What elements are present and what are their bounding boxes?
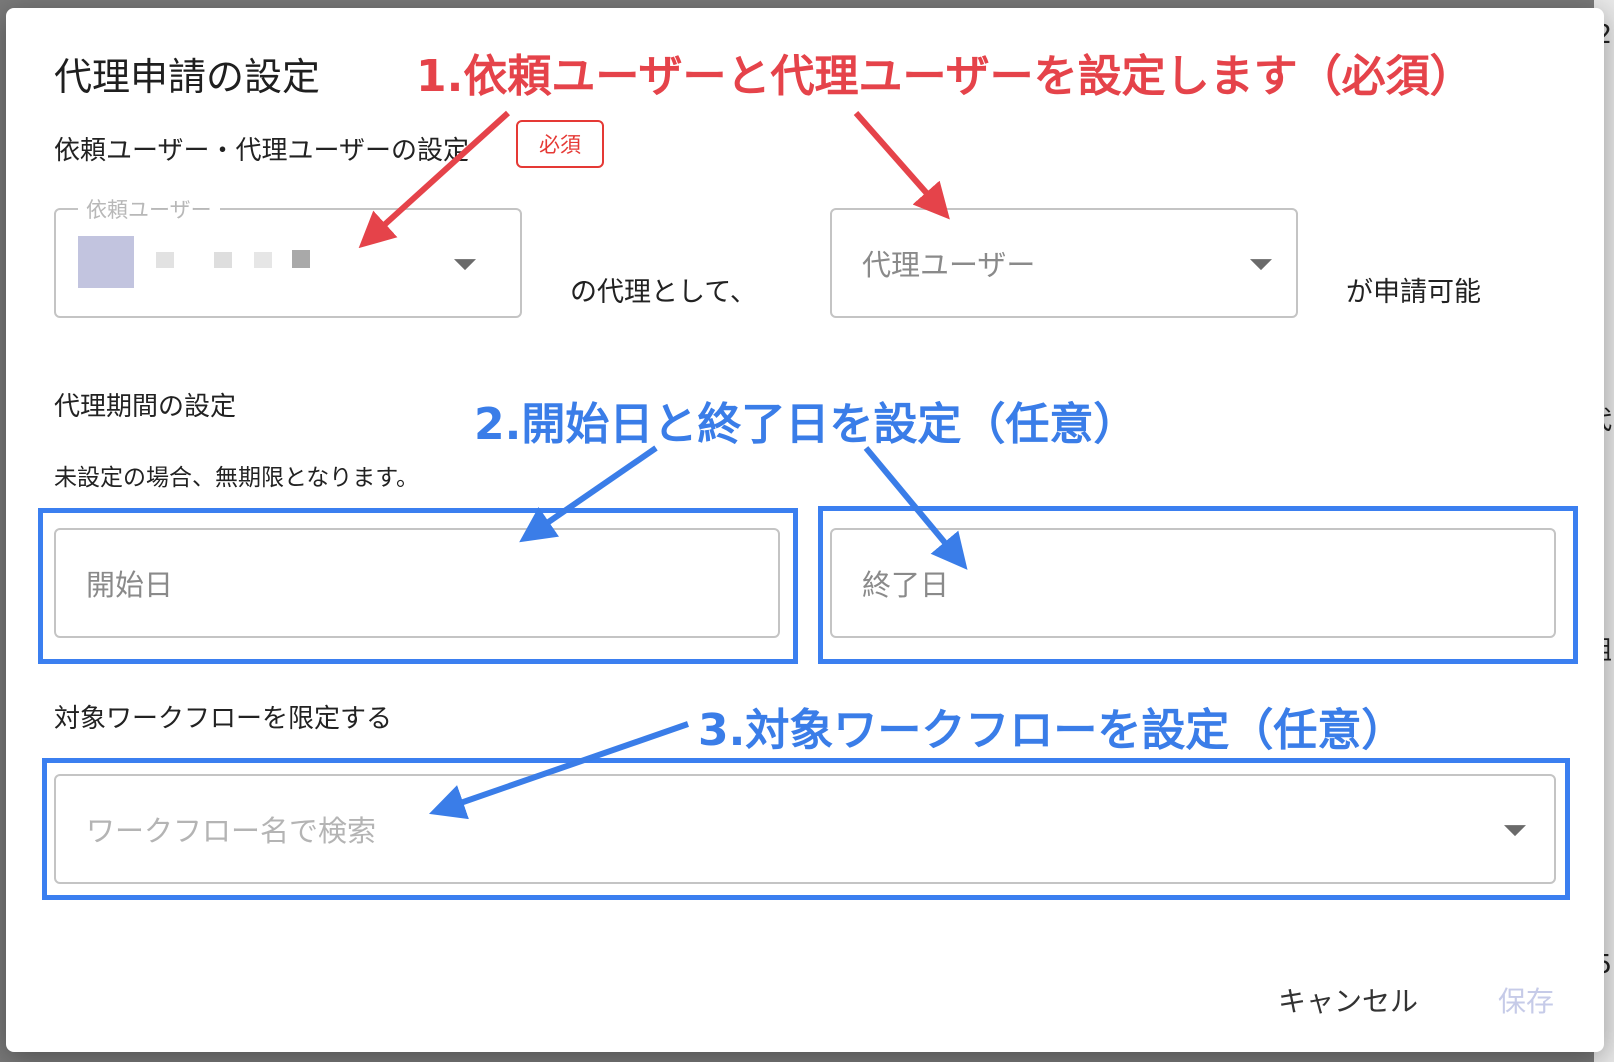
- annotation-arrows: [358, 110, 968, 820]
- arrow-to-requester: [358, 110, 511, 249]
- arrow-to-end-date: [863, 446, 968, 570]
- arrow-to-start-date: [519, 445, 658, 543]
- arrow-to-proxy: [853, 111, 950, 220]
- arrow-to-workflow: [428, 721, 689, 820]
